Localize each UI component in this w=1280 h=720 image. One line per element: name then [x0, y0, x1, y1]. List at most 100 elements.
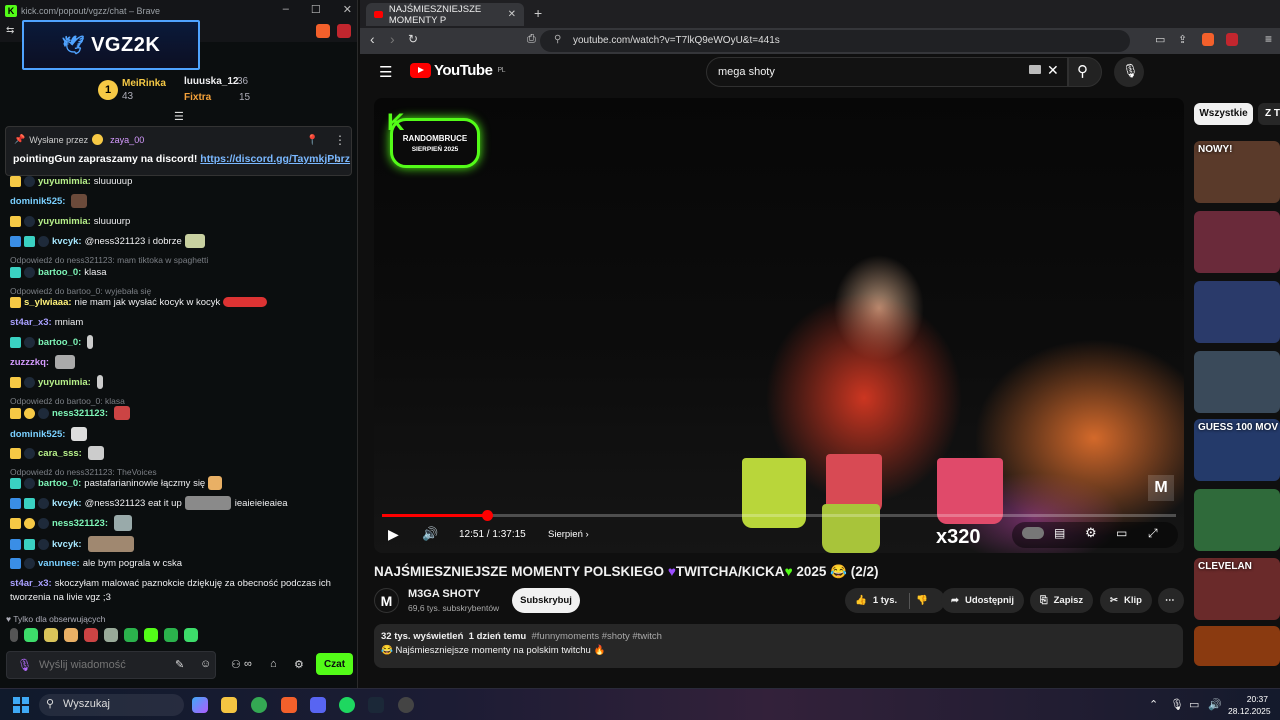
hamburger-menu-icon[interactable]: ☰: [379, 63, 392, 81]
emote-icon[interactable]: [144, 628, 158, 642]
filter-icon[interactable]: ☰: [174, 110, 184, 123]
recommended-video-thumbnail[interactable]: [1194, 626, 1280, 666]
chat-username[interactable]: st4ar_x3:: [10, 578, 52, 589]
spotify-icon[interactable]: [339, 697, 355, 713]
menu-icon[interactable]: ≡: [1265, 32, 1272, 46]
search-box[interactable]: ✕: [706, 57, 1068, 87]
chip-next[interactable]: Z T: [1258, 103, 1280, 125]
settings-gear-icon[interactable]: ⚙: [1085, 525, 1097, 541]
chat-input-box[interactable]: 🎙 ✎ ☺: [6, 651, 216, 679]
voice-search-button[interactable]: 🎙: [1114, 57, 1144, 87]
brave-shield-icon[interactable]: [316, 24, 330, 38]
unpin-icon[interactable]: 📍: [306, 135, 318, 146]
translate-icon[interactable]: ✎: [175, 658, 184, 671]
microphone-icon[interactable]: 🎙: [1170, 698, 1184, 711]
more-options-icon[interactable]: ⋮: [334, 133, 346, 147]
search-input[interactable]: [718, 64, 1018, 80]
recommended-video-thumbnail[interactable]: [1194, 489, 1280, 551]
copilot-icon[interactable]: [192, 697, 208, 713]
store-icon[interactable]: ⌂: [270, 658, 277, 670]
close-icon[interactable]: ✕: [343, 3, 352, 16]
hashtags[interactable]: #funnymoments #shoty #twitch: [531, 631, 661, 642]
channel-name[interactable]: M3GA SHOTY: [408, 588, 480, 600]
channel-avatar[interactable]: M: [374, 588, 399, 613]
recommended-video-thumbnail[interactable]: [1194, 211, 1280, 273]
windows-start-icon[interactable]: [13, 697, 29, 713]
leader-3-name[interactable]: Fixtra: [184, 92, 211, 103]
chevron-down-icon[interactable]: ⌄: [334, 154, 342, 165]
chat-username[interactable]: dominik525:: [10, 196, 65, 207]
infinity-icon[interactable]: ∞: [244, 658, 252, 670]
taskbar-search[interactable]: ⚲ Wyszukaj: [39, 694, 184, 716]
discord-icon[interactable]: [310, 697, 326, 713]
emote-icon[interactable]: [164, 628, 178, 642]
site-info-icon[interactable]: ⚲: [554, 34, 561, 45]
leader-1-name[interactable]: MeiRinka: [122, 78, 166, 89]
extensions-icon[interactable]: ⇆: [6, 25, 14, 36]
emote-icon[interactable]: [24, 628, 38, 642]
system-clock[interactable]: 20:37 28.12.2025: [1228, 693, 1271, 717]
emote-icon[interactable]: [10, 628, 18, 642]
settings-gear-icon[interactable]: ⚙: [294, 658, 304, 671]
tab-youtube[interactable]: NAJŚMIESZNIEJSZE MOMENTY P ✕: [366, 3, 524, 26]
emote-icon[interactable]: [104, 628, 118, 642]
recommended-video-thumbnail[interactable]: [1194, 281, 1280, 343]
chrome-icon[interactable]: [251, 697, 267, 713]
miniplayer-icon[interactable]: ▭: [1116, 526, 1127, 540]
scrubber-handle[interactable]: [481, 510, 493, 521]
cast-icon[interactable]: ▭: [1155, 33, 1165, 46]
chat-username[interactable]: ness321123:: [52, 518, 108, 529]
points-icon[interactable]: ⚇: [231, 658, 241, 671]
youtube-logo[interactable]: YouTube PL: [410, 62, 505, 79]
more-actions-button[interactable]: ⋯: [1158, 588, 1184, 613]
dislike-icon[interactable]: 👎: [916, 595, 928, 606]
maximize-icon[interactable]: ☐: [311, 3, 321, 16]
recommended-video-thumbnail[interactable]: CLEVELAN: [1194, 558, 1280, 620]
brave-icon[interactable]: [281, 697, 297, 713]
search-button[interactable]: ⚲: [1068, 57, 1102, 87]
tray-chevron-icon[interactable]: ⌃: [1149, 698, 1158, 711]
reload-icon[interactable]: ↻: [408, 32, 418, 46]
emote-icon[interactable]: [124, 628, 138, 642]
brave-shield-icon[interactable]: [1202, 33, 1214, 46]
chat-message-input[interactable]: [39, 656, 169, 674]
like-icon[interactable]: 👍: [855, 595, 867, 606]
tab-close-icon[interactable]: ✕: [508, 9, 516, 20]
emote-icon[interactable]: [184, 628, 198, 642]
subtitles-icon[interactable]: ▤: [1054, 526, 1065, 540]
microphone-icon[interactable]: 🎙: [17, 658, 32, 672]
chat-username[interactable]: kvcyk:: [52, 498, 82, 509]
chat-username[interactable]: yuyumimia:: [38, 216, 91, 227]
chapter-button[interactable]: Sierpień ›: [548, 529, 589, 540]
share-button[interactable]: ➦ Udostępnij: [941, 588, 1025, 613]
save-button[interactable]: ⎘ Zapisz: [1030, 588, 1094, 613]
chat-username[interactable]: kvcyk:: [52, 539, 82, 550]
like-count[interactable]: 1 tys.: [873, 595, 897, 606]
chat-username[interactable]: zuzzzkq:: [10, 357, 49, 368]
bookmark-icon[interactable]: ⎙: [527, 33, 536, 46]
new-tab-icon[interactable]: +: [534, 5, 542, 21]
chat-username[interactable]: dominik525:: [10, 429, 65, 440]
emote-icon[interactable]: [84, 628, 98, 642]
video-player[interactable]: K RANDOMBRUCE SIERPIEŃ 2025 M ▶ 🔊 12:51 …: [374, 98, 1184, 553]
chat-username[interactable]: bartoo_0:: [38, 478, 81, 489]
play-icon[interactable]: ▶: [388, 526, 399, 543]
volume-icon[interactable]: 🔊: [422, 526, 438, 542]
display-icon[interactable]: ▭: [1189, 698, 1199, 711]
send-chat-button[interactable]: Czat: [316, 653, 353, 675]
chat-username[interactable]: s_ylwiaaa:: [24, 297, 72, 308]
recommended-video-thumbnail[interactable]: GUESS 100 MOV: [1194, 419, 1280, 481]
chat-username[interactable]: st4ar_x3:: [10, 317, 52, 328]
keyboard-icon[interactable]: [1029, 65, 1041, 74]
channel-watermark[interactable]: M: [1148, 475, 1174, 501]
chat-username[interactable]: yuyumimia:: [38, 176, 91, 187]
clip-button[interactable]: ✂ Klip: [1100, 588, 1152, 613]
pinned-sender[interactable]: zaya_00: [110, 135, 144, 145]
emote-icon[interactable]: [44, 628, 58, 642]
recommended-video-thumbnail[interactable]: [1194, 351, 1280, 413]
chat-username[interactable]: cara_sss:: [38, 448, 82, 459]
chat-username[interactable]: yuyumimia:: [38, 377, 91, 388]
chat-username[interactable]: vanunee:: [38, 558, 80, 569]
app-icon[interactable]: [398, 697, 414, 713]
brave-rewards-icon[interactable]: [337, 24, 351, 38]
